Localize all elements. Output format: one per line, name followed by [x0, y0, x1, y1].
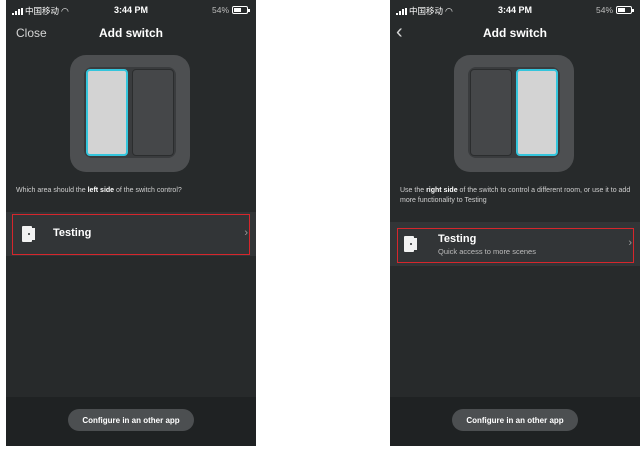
switch-illustration: [70, 55, 190, 172]
room-subtitle: Quick access to more scenes: [438, 247, 536, 256]
configure-other-app-button[interactable]: Configure in an other app: [452, 409, 578, 431]
page-title: Add switch: [482, 26, 547, 40]
left-phone-screen: 中国移动 ◠ 3:44 PM 54% Close Add switch Whic…: [6, 0, 256, 446]
room-title: Testing: [438, 233, 477, 245]
room-item-testing[interactable]: Testing Quick access to more scenes ›: [390, 222, 640, 266]
battery-percent: 54%: [595, 5, 613, 15]
battery-percent: 54%: [211, 5, 229, 15]
left-rocker: [470, 69, 512, 156]
switch-frame: [468, 67, 560, 158]
nav-bar: ‹ Add switch: [390, 20, 640, 46]
chevron-right-icon: ›: [244, 227, 248, 239]
switch-frame: [84, 67, 176, 158]
right-phone-screen: 中国移动 ◠ 3:44 PM 54% ‹ Add switch Use the …: [390, 0, 640, 446]
battery-icon: [616, 6, 634, 14]
room-title: Testing: [53, 227, 92, 239]
page-title: Add switch: [98, 26, 163, 40]
instruction-text: Use the right side of the switch to cont…: [400, 187, 631, 204]
right-rocker-selected: [516, 69, 558, 156]
chevron-right-icon: ›: [628, 237, 632, 249]
right-rocker: [132, 69, 174, 156]
bottom-bar: Configure in an other app: [6, 397, 256, 446]
battery-icon: [232, 6, 250, 14]
switch-illustration: [454, 55, 574, 172]
nav-bar: Close Add switch: [6, 20, 256, 46]
status-bar: 中国移动 ◠ 3:44 PM 54%: [390, 0, 640, 20]
instruction-text: Which area should the left side of the s…: [16, 187, 182, 194]
door-icon: [404, 236, 417, 252]
status-bar: 中国移动 ◠ 3:44 PM 54%: [6, 0, 256, 20]
configure-other-app-button[interactable]: Configure in an other app: [68, 409, 194, 431]
left-rocker-selected: [86, 69, 128, 156]
bottom-bar: Configure in an other app: [390, 397, 640, 446]
highlight-box: [12, 214, 250, 255]
door-icon: [22, 226, 35, 242]
highlight-box: [397, 228, 634, 263]
room-item-testing[interactable]: Testing ›: [6, 212, 256, 256]
